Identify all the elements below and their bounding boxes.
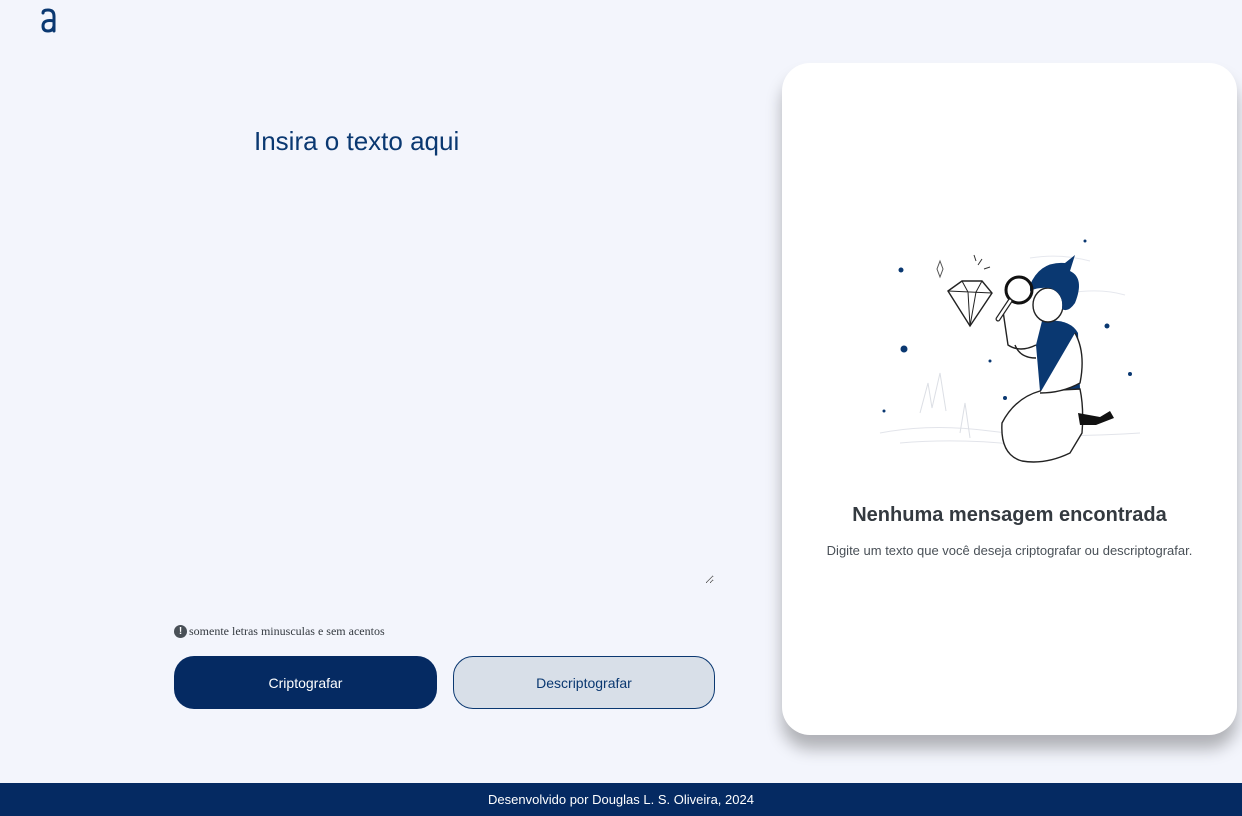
empty-state-description: Digite um texto que você deseja criptogr… <box>826 543 1193 558</box>
footer: Desenvolvido por Douglas L. S. Oliveira,… <box>0 783 1242 816</box>
input-hint: ! somente letras minusculas e sem acento… <box>174 624 385 639</box>
text-input[interactable] <box>174 110 714 584</box>
decrypt-button[interactable]: Descriptografar <box>453 656 715 709</box>
page: ! somente letras minusculas e sem acento… <box>0 0 1242 816</box>
empty-state-title: Nenhuma mensagem encontrada <box>852 504 1167 526</box>
hint-text: somente letras minusculas e sem acentos <box>189 624 385 638</box>
person-with-magnifier-illustration <box>879 239 1141 463</box>
output-panel: Nenhuma mensagem encontrada Digite um te… <box>782 63 1237 735</box>
exclamation-circle-icon: ! <box>174 625 187 638</box>
alura-logo-icon[interactable] <box>38 4 60 34</box>
encrypt-button[interactable]: Criptografar <box>174 656 437 709</box>
footer-text: Desenvolvido por Douglas L. S. Oliveira,… <box>488 792 754 807</box>
